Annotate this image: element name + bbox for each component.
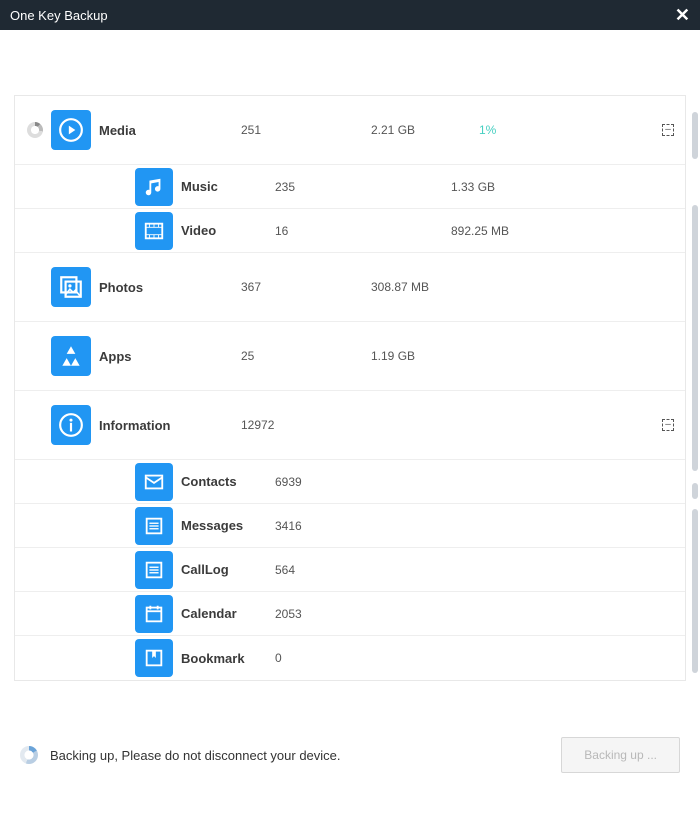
photos-icon (51, 267, 91, 307)
category-count: 12972 (241, 418, 321, 432)
category-size: 2.21 GB (371, 123, 481, 137)
category-percent: 1% (479, 123, 539, 137)
minus-icon: ‒ (662, 419, 674, 431)
subcategory-count: 0 (275, 651, 355, 665)
contacts-icon (135, 463, 173, 501)
subcategory-count: 16 (275, 224, 355, 238)
apps-icon (51, 336, 91, 376)
category-label: Photos (99, 280, 143, 295)
subcategory-size: 892.25 MB (451, 224, 561, 238)
subcategory-count: 564 (275, 563, 355, 577)
category-label: Apps (99, 349, 132, 364)
status-text: Backing up, Please do not disconnect you… (50, 748, 341, 763)
window-title: One Key Backup (10, 8, 108, 23)
calendar-icon (135, 595, 173, 633)
category-size: 1.19 GB (371, 349, 481, 363)
messages-icon (135, 507, 173, 545)
subcategory-count: 2053 (275, 607, 355, 621)
subcategory-row-calendar[interactable]: Calendar 2053 (15, 592, 685, 636)
subcategory-label: CallLog (181, 562, 229, 577)
category-row-apps[interactable]: Apps 25 1.19 GB (15, 322, 685, 391)
subcategory-label: Video (181, 223, 216, 238)
subcategory-row-bookmark[interactable]: Bookmark 0 (15, 636, 685, 680)
category-count: 367 (241, 280, 321, 294)
subcategory-row-messages[interactable]: Messages 3416 (15, 504, 685, 548)
bookmark-icon (135, 639, 173, 677)
play-icon (51, 110, 91, 150)
category-list: Media 251 2.21 GB1% ‒ Music 235 1.33 GB Video 16… (14, 95, 686, 681)
scrollbar-segment[interactable] (692, 483, 698, 499)
spinner-icon (27, 122, 43, 138)
subcategory-label: Messages (181, 518, 243, 533)
category-label: Media (99, 123, 136, 138)
subcategory-row-video[interactable]: Video 16 892.25 MB (15, 209, 685, 253)
subcategory-count: 3416 (275, 519, 355, 533)
collapse-toggle[interactable]: ‒ (661, 123, 675, 137)
backup-button[interactable]: Backing up ... (561, 737, 680, 773)
music-icon (135, 168, 173, 206)
title-bar: One Key Backup ✕ (0, 0, 700, 30)
subcategory-row-contacts[interactable]: Contacts 6939 (15, 460, 685, 504)
video-icon (135, 212, 173, 250)
content-area: Media 251 2.21 GB1% ‒ Music 235 1.33 GB Video 16… (0, 30, 700, 814)
minus-icon: ‒ (662, 124, 674, 136)
category-count: 25 (241, 349, 321, 363)
category-count: 251 (241, 123, 321, 137)
calllog-icon (135, 551, 173, 589)
subcategory-row-music[interactable]: Music 235 1.33 GB (15, 165, 685, 209)
category-row-photos[interactable]: Photos 367 308.87 MB (15, 253, 685, 322)
collapse-toggle[interactable]: ‒ (661, 418, 675, 432)
close-icon[interactable]: ✕ (675, 6, 690, 24)
category-label: Information (99, 418, 171, 433)
subcategory-size: 1.33 GB (451, 180, 561, 194)
category-row-information[interactable]: Information 12972 ‒ (15, 391, 685, 460)
subcategory-count: 6939 (275, 475, 355, 489)
subcategory-label: Calendar (181, 606, 237, 621)
subcategory-label: Contacts (181, 474, 237, 489)
scrollbar-segment[interactable] (692, 112, 698, 159)
subcategory-label: Music (181, 179, 218, 194)
scrollbar-segment[interactable] (692, 509, 698, 673)
info-icon (51, 405, 91, 445)
subcategory-count: 235 (275, 180, 355, 194)
category-row-media[interactable]: Media 251 2.21 GB1% ‒ (15, 96, 685, 165)
subcategory-label: Bookmark (181, 651, 245, 666)
spinner-icon (20, 746, 38, 764)
footer: Backing up, Please do not disconnect you… (0, 730, 700, 780)
category-size: 308.87 MB (371, 280, 481, 294)
scrollbar-segment[interactable] (692, 205, 698, 471)
subcategory-row-calllog[interactable]: CallLog 564 (15, 548, 685, 592)
